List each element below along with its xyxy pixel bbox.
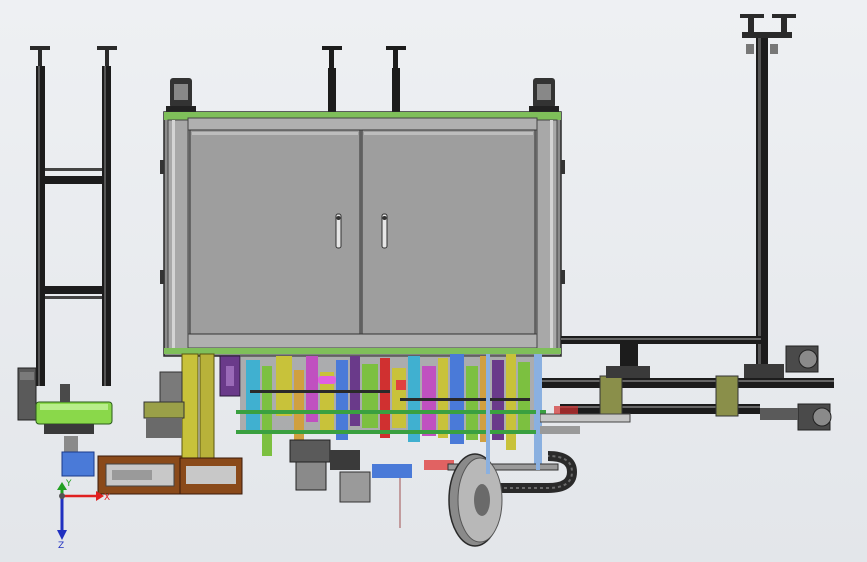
main-cabinet <box>160 78 565 357</box>
z-axis-label: Z <box>58 541 64 551</box>
x-axis-label: X <box>104 493 110 503</box>
cad-viewport[interactable]: X Y Z <box>0 0 867 562</box>
right-frame <box>540 14 834 431</box>
top-posts <box>322 46 406 118</box>
caster-right <box>529 78 559 112</box>
cad-drawing: X Y Z <box>17 14 834 551</box>
y-axis-label: Y <box>65 479 72 489</box>
caster-left <box>166 78 196 112</box>
